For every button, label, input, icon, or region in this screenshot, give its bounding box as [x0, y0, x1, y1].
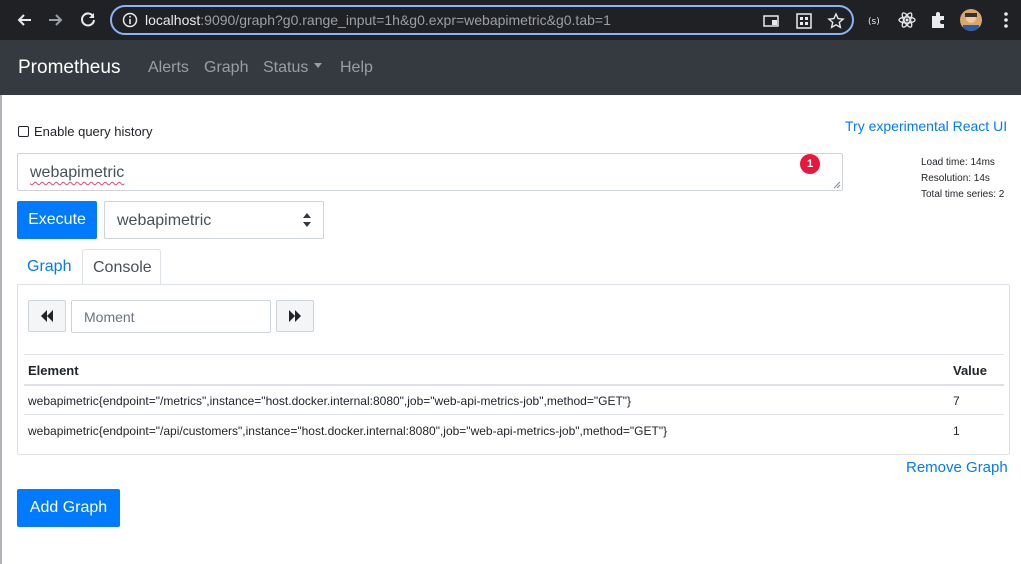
resize-handle-icon[interactable] — [832, 180, 841, 189]
table-top-border — [24, 354, 1004, 355]
metric-select-value: webapimetric — [117, 212, 212, 229]
page-left-border — [0, 95, 2, 564]
svg-text:(s): (s) — [868, 17, 880, 27]
fast-forward-icon — [289, 310, 301, 322]
query-stats: Load time: 14ms Resolution: 14s Total ti… — [921, 155, 1004, 203]
profile-avatar[interactable] — [960, 9, 982, 31]
moment-placeholder: Moment — [84, 309, 135, 325]
moment-input[interactable]: Moment — [71, 300, 271, 333]
cast-icon[interactable] — [762, 12, 780, 30]
query-history-label: Enable query history — [34, 124, 153, 139]
nav-alerts[interactable]: Alerts — [148, 59, 189, 77]
forward-arrow-icon[interactable] — [44, 8, 68, 32]
url-path: :9090/graph?g0.range_input=1h&g0.expr=we… — [200, 12, 611, 28]
tab-graph[interactable]: Graph — [17, 249, 81, 285]
row-divider — [24, 414, 1004, 415]
browser-toolbar: localhost:9090/graph?g0.range_input=1h&g… — [0, 0, 1021, 40]
menu-kebab-icon[interactable] — [996, 10, 1016, 30]
query-history-checkbox[interactable] — [18, 126, 29, 137]
column-header-element: Element — [28, 363, 79, 378]
fast-backward-icon — [41, 310, 53, 322]
select-arrows-icon — [303, 213, 311, 227]
moment-back-button[interactable] — [28, 300, 66, 332]
row-value: 1 — [953, 424, 960, 438]
reload-icon[interactable] — [76, 8, 100, 32]
url-host: localhost — [145, 12, 201, 28]
back-arrow-icon[interactable] — [12, 8, 36, 32]
brand-link[interactable]: Prometheus — [18, 57, 120, 79]
react-devtools-icon[interactable] — [897, 10, 917, 30]
error-count-badge[interactable]: 1 — [800, 154, 820, 174]
total-time-series: Total time series: 2 — [921, 189, 1005, 200]
expression-input[interactable]: webapimetric 1 — [17, 153, 843, 191]
nav-help[interactable]: Help — [340, 59, 373, 77]
qr-code-icon[interactable] — [795, 12, 813, 30]
column-header-value: Value — [953, 363, 987, 378]
tab-console[interactable]: Console — [82, 249, 161, 285]
info-icon[interactable] — [122, 12, 138, 28]
react-ui-link[interactable]: Try experimental React UI — [845, 118, 1007, 134]
add-graph-button[interactable]: Add Graph — [17, 489, 120, 527]
bookmark-star-icon[interactable] — [827, 12, 845, 30]
moment-forward-button[interactable] — [276, 300, 314, 332]
remove-graph-link[interactable]: Remove Graph — [906, 459, 1008, 476]
row-element: webapimetric{endpoint="/api/customers",i… — [28, 424, 668, 438]
app-navbar: Prometheus Alerts Graph Status Help — [0, 40, 1021, 95]
extension-s-icon[interactable]: (s) — [866, 10, 886, 30]
nav-status-label: Status — [263, 59, 309, 76]
execute-button[interactable]: Execute — [17, 201, 97, 239]
caret-down-icon — [314, 63, 323, 69]
nav-status[interactable]: Status — [263, 59, 323, 77]
row-element: webapimetric{endpoint="/metrics",instanc… — [28, 394, 632, 408]
address-bar[interactable]: localhost:9090/graph?g0.range_input=1h&g… — [110, 5, 854, 35]
extensions-puzzle-icon[interactable] — [928, 10, 948, 30]
row-value: 7 — [953, 394, 960, 408]
table-header-border — [24, 384, 1004, 386]
load-time: Load time: 14ms — [921, 157, 995, 168]
expression-text: webapimetric — [30, 164, 125, 181]
query-history-toggle[interactable]: Enable query history — [18, 124, 153, 139]
url-text: localhost:9090/graph?g0.range_input=1h&g… — [145, 12, 611, 28]
metric-select[interactable]: webapimetric — [104, 201, 324, 239]
nav-graph[interactable]: Graph — [204, 59, 248, 77]
resolution: Resolution: 14s — [921, 173, 990, 184]
